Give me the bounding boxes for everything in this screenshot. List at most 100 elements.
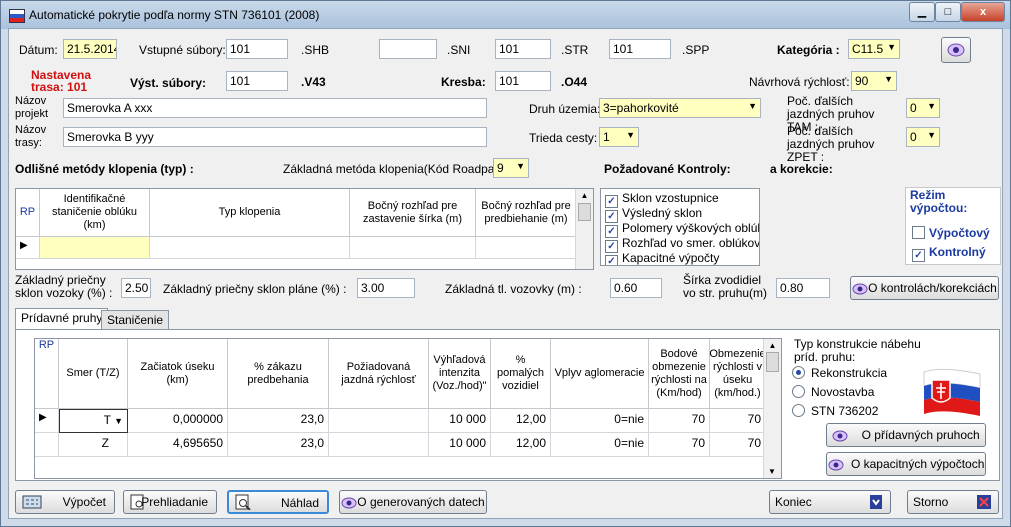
radio-rekonstrukcia[interactable]: Rekonstrukcia xyxy=(792,366,887,380)
table-cell[interactable]: 10 000 xyxy=(429,433,491,457)
kresba-field[interactable]: 101 xyxy=(495,71,551,91)
shb-field[interactable]: 101 xyxy=(226,39,288,59)
pruhy-grid[interactable]: RP Smer (T/Z) Začiatok úseku (km) % záka… xyxy=(34,338,782,479)
tab-panel: RP Smer (T/Z) Začiatok úseku (km) % záka… xyxy=(15,329,1000,481)
exit-door-icon xyxy=(870,495,882,509)
kapacitnych-vypoctoch-button[interactable]: O kapacitných výpočtoch xyxy=(826,452,986,476)
grid-cell[interactable] xyxy=(150,237,350,259)
row-selector-icon[interactable]: ▶ xyxy=(35,409,59,433)
sni-field[interactable] xyxy=(379,39,437,59)
grid-cell[interactable] xyxy=(476,237,577,259)
kontrolach-label: O kontrolách/korekciách xyxy=(868,281,997,295)
scroll-down-icon[interactable]: ▼ xyxy=(764,467,780,476)
grid-scrollbar[interactable]: ▲ xyxy=(575,189,593,269)
table-cell[interactable]: 12,00 xyxy=(491,409,551,433)
tab-stanicenie[interactable]: Staničenie xyxy=(101,310,170,329)
table-cell[interactable]: 70 xyxy=(649,409,710,433)
row-selector-icon[interactable]: ▶ xyxy=(16,237,40,259)
table-cell[interactable]: 4,695650 xyxy=(128,433,228,457)
rezim-vypoctovy[interactable]: Výpočtový xyxy=(912,226,990,240)
priecny-sklon-field[interactable]: 2.50 xyxy=(121,278,151,298)
klopenie-title: Odlišné metódy klopenia (typ) : xyxy=(15,162,194,176)
tl-vozovky-field[interactable]: 0.60 xyxy=(610,278,662,298)
close-button[interactable]: x xyxy=(961,2,1005,22)
navrhova-select[interactable]: 90 ▼ xyxy=(851,71,897,91)
check-vysledny-sklon[interactable]: ✓ Výsledný sklon xyxy=(605,206,702,223)
radio-novostavba[interactable]: Novostavba xyxy=(792,385,874,399)
check-rozhlad[interactable]: ✓ Rozhľad vo smer. oblúkov xyxy=(605,236,759,253)
radio-empty-icon xyxy=(792,385,805,398)
checkbox-checked-icon: ✓ xyxy=(605,255,618,265)
minimize-button[interactable]: ▁ xyxy=(909,2,935,22)
nazov-projekt-field[interactable]: Smerovka A xxx xyxy=(63,98,487,118)
tab-pridavne-pruhy[interactable]: Prídavné pruhy xyxy=(15,308,109,329)
prehliadanie-button[interactable]: Prehliadanie xyxy=(123,490,217,514)
str-field[interactable]: 101 xyxy=(495,39,551,59)
sklon-plane-label: Základný priečny sklon pláne (%) : xyxy=(163,282,347,296)
table-cell[interactable]: 70 xyxy=(710,409,766,433)
slovak-flag-icon xyxy=(9,9,25,23)
datum-field[interactable]: 21.5.2014 xyxy=(63,39,117,59)
dropdown-arrow-icon: ▼ xyxy=(927,130,936,140)
table-cell[interactable]: 70 xyxy=(649,433,710,457)
check-kapacitne[interactable]: ✓ Kapacitné výpočty xyxy=(605,251,719,265)
pruhy-scrollbar[interactable]: ▲ ▼ xyxy=(763,339,781,478)
table-cell[interactable]: 0=nie xyxy=(551,433,649,457)
check-label: Sklon vzostupnice xyxy=(622,191,719,205)
grid-header-rp: RP xyxy=(16,189,40,237)
smer-value: T xyxy=(103,413,111,427)
pruhy-header-aglomeracie: Vplyv aglomeracie xyxy=(551,339,649,409)
table-cell[interactable]: 12,00 xyxy=(491,433,551,457)
generovanych-button[interactable]: O generovaných datech xyxy=(339,490,487,514)
zakladna-metoda-label: Základná metóda klopenia(Kód Roadpac): xyxy=(283,162,508,176)
nazov-trasy-field[interactable]: Smerovka B yyy xyxy=(63,127,487,147)
kategoria-select[interactable]: C11.5 ▼ xyxy=(848,39,900,59)
zakladna-metoda-select[interactable]: 9 ▼ xyxy=(493,158,529,178)
scroll-up-icon[interactable]: ▲ xyxy=(764,341,781,350)
tl-vozovky-label: Základná tl. vozovky (m) : xyxy=(445,282,582,296)
druh-value: 3=pahorkovité xyxy=(603,101,679,115)
table-cell[interactable]: 23,0 xyxy=(228,409,329,433)
maximize-button[interactable]: □ xyxy=(935,2,961,22)
poc-zpet-select[interactable]: 0 ▼ xyxy=(906,127,940,147)
vyst-field[interactable]: 101 xyxy=(226,71,288,91)
trieda-select[interactable]: 1 ▼ xyxy=(599,127,639,147)
poc-tam-select[interactable]: 0 ▼ xyxy=(906,98,940,118)
table-cell[interactable]: 70 xyxy=(710,433,766,457)
rezim-kontrolny[interactable]: ✓ Kontrolný xyxy=(912,245,986,262)
table-cell[interactable] xyxy=(329,409,429,433)
table-cell[interactable] xyxy=(329,433,429,457)
koniec-button[interactable]: Koniec xyxy=(769,490,891,514)
storno-label: Storno xyxy=(913,495,949,509)
grid-cell[interactable] xyxy=(350,237,476,259)
klopenie-grid[interactable]: RP Identifikačné staničenie oblúku (km) … xyxy=(15,188,594,270)
help-button[interactable] xyxy=(941,37,971,63)
sirka-zvodidiel-field[interactable]: 0.80 xyxy=(776,278,830,298)
kontrolach-button[interactable]: O kontrolách/korekciách xyxy=(850,276,999,300)
table-cell[interactable]: 0,000000 xyxy=(128,409,228,433)
table-cell[interactable]: 10 000 xyxy=(429,409,491,433)
scroll-thumb[interactable] xyxy=(766,352,779,372)
sklon-plane-field[interactable]: 3.00 xyxy=(357,278,415,298)
nahlad-button[interactable]: Náhlad xyxy=(227,490,329,514)
pruhy-header-rp: RP xyxy=(35,339,59,409)
check-polomery[interactable]: ✓Polomery výškových oblúkov xyxy=(605,221,759,238)
table-cell[interactable]: 0=nie xyxy=(551,409,649,433)
scroll-thumb[interactable] xyxy=(578,203,591,221)
pridavnych-pruhoch-button[interactable]: O přídavných pruhoch xyxy=(826,423,986,447)
kontroly-title: Požadované Kontroly: xyxy=(604,162,731,176)
grid-header-bocny-predbiehanie: Bočný rozhľad pre predbiehanie (m) xyxy=(476,189,577,237)
smer-select[interactable]: T ▼ xyxy=(59,409,128,433)
storno-button[interactable]: Storno xyxy=(907,490,999,514)
druh-select[interactable]: 3=pahorkovité ▼ xyxy=(599,98,761,118)
vypocet-button[interactable]: Výpočet xyxy=(15,490,115,514)
grid-cell[interactable] xyxy=(40,237,150,259)
radio-stn[interactable]: STN 736202 xyxy=(792,404,878,418)
table-cell[interactable]: 23,0 xyxy=(228,433,329,457)
row-selector[interactable] xyxy=(35,433,59,457)
spp-ext: .SPP xyxy=(682,43,710,57)
check-sklon-vzostupnice[interactable]: ✓ Sklon vzostupnice xyxy=(605,191,719,208)
scroll-up-icon[interactable]: ▲ xyxy=(576,191,593,200)
spp-field[interactable]: 101 xyxy=(609,39,671,59)
table-cell[interactable]: Z xyxy=(59,433,128,457)
